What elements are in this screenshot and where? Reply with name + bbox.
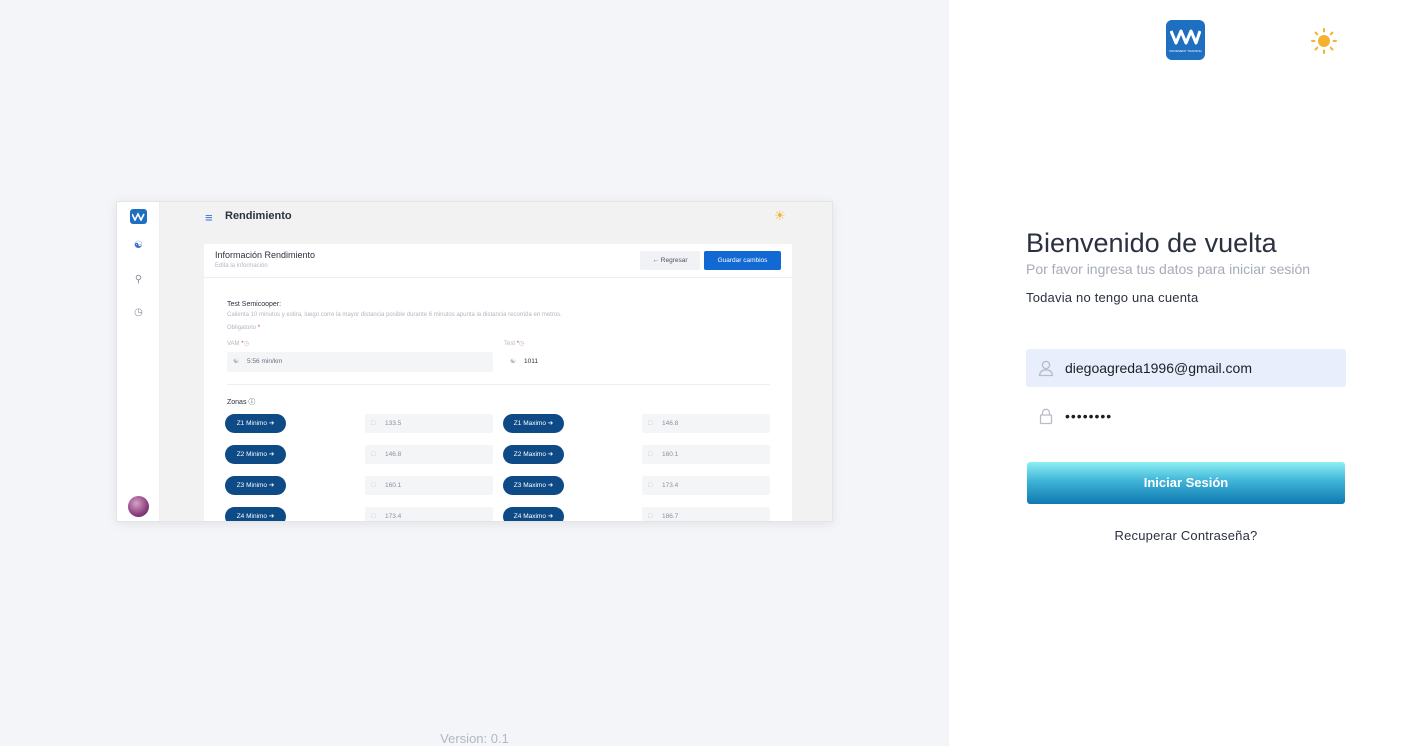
preview-zone-min-value: □ 146.8 xyxy=(365,445,493,464)
preview-logo-icon xyxy=(130,209,147,224)
preview-zonas-label: Zonas ⓘ xyxy=(227,399,256,406)
preview-back-button: ← Regresar xyxy=(640,251,700,270)
preview-zone-max-button: Z3 Maximo ➔ xyxy=(503,476,564,495)
preview-zone-row: Z1 Minimo ➔ □ 133.5 Z1 Maximo ➔ □ 146.8 xyxy=(204,414,792,434)
preview-user-field-icon: ☯ xyxy=(233,358,240,365)
preview-zone-min-value: □ 160.1 xyxy=(365,476,493,495)
preview-zone-max-button: Z2 Maximo ➔ xyxy=(503,445,564,464)
preview-sidebar: ☯ ⚲ ◷ xyxy=(117,202,160,521)
user-icon xyxy=(1038,360,1054,377)
preview-zone-max-button: Z4 Maximo ➔ xyxy=(503,507,564,521)
preview-zone-row: Z4 Minimo ➔ □ 173.4 Z4 Maximo ➔ □ 186.7 xyxy=(204,507,792,521)
preview-zone-min-button: Z3 Minimo ➔ xyxy=(225,476,286,495)
left-panel: ☯ ⚲ ◷ ≡ Rendimiento ☀ Información Rendim… xyxy=(0,0,949,746)
page-title: Bienvenido de vuelta xyxy=(1026,228,1277,258)
preview-zone-max-value: □ 146.8 xyxy=(642,414,770,433)
password-field[interactable]: •••••••• xyxy=(1026,397,1346,435)
email-value: diegoagreda1996@gmail.com xyxy=(1065,360,1252,376)
preview-card-subtitle: Edita la información xyxy=(215,263,268,269)
app-preview-image: ☯ ⚲ ◷ ≡ Rendimiento ☀ Información Rendim… xyxy=(116,201,833,522)
preview-user-field-icon: ☯ xyxy=(510,358,517,365)
preview-header-title: Rendimiento xyxy=(225,210,292,222)
brand-logo: MOVEMENT TRAINING xyxy=(1166,20,1205,60)
preview-card-header: Información Rendimiento Edita la informa… xyxy=(204,244,792,278)
preview-search-icon: ⚲ xyxy=(134,274,143,285)
recover-password-link[interactable]: Recuperar Contraseña? xyxy=(1026,528,1346,543)
preview-zone-row: Z2 Minimo ➔ □ 146.8 Z2 Maximo ➔ □ 160.1 xyxy=(204,445,792,465)
page-subtitle: Por favor ingresa tus datos para iniciar… xyxy=(1026,261,1311,277)
preview-zone-max-value: □ 173.4 xyxy=(642,476,770,495)
preview-clock-icon: ◷ xyxy=(134,307,143,318)
preview-menu-icon: ≡ xyxy=(205,210,213,225)
preview-zone-min-button: Z4 Minimo ➔ xyxy=(225,507,286,521)
email-field[interactable]: diegoagreda1996@gmail.com xyxy=(1026,349,1346,387)
preview-zone-row: Z3 Minimo ➔ □ 160.1 Z3 Maximo ➔ □ 173.4 xyxy=(204,476,792,496)
preview-zone-min-value: □ 173.4 xyxy=(365,507,493,521)
login-button[interactable]: Iniciar Sesión xyxy=(1027,462,1345,504)
preview-zone-max-button: Z1 Maximo ➔ xyxy=(503,414,564,433)
version-label: Version: 0.1 xyxy=(440,731,509,746)
preview-test-field: ☯ 1011 xyxy=(504,352,770,372)
preview-test-desc: Calienta 10 minutos y estira, luego corr… xyxy=(227,312,562,318)
preview-required-label: Obligatorio * xyxy=(227,325,261,331)
lock-icon xyxy=(1039,408,1053,425)
preview-divider xyxy=(227,384,770,385)
preview-user-icon: ☯ xyxy=(134,240,143,251)
signup-link[interactable]: Todavia no tengo una cuenta xyxy=(1026,290,1198,305)
theme-toggle-sun-icon[interactable] xyxy=(1311,28,1337,54)
preview-zone-min-button: Z1 Minimo ➔ xyxy=(225,414,286,433)
preview-test-label: Test *◷ xyxy=(504,341,525,347)
logo-wave-icon xyxy=(1170,29,1201,45)
preview-zone-min-button: Z2 Minimo ➔ xyxy=(225,445,286,464)
preview-avatar xyxy=(128,496,149,517)
preview-sun-icon: ☀ xyxy=(774,208,786,223)
preview-save-button: Guardar cambios xyxy=(704,251,781,270)
logo-brand-text: MOVEMENT TRAINING xyxy=(1169,49,1202,53)
preview-card-title: Información Rendimiento xyxy=(215,250,316,260)
preview-zone-max-value: □ 186.7 xyxy=(642,507,770,521)
preview-vam-label: VAM *◷ xyxy=(227,341,249,347)
password-value: •••••••• xyxy=(1065,408,1113,424)
preview-vam-field: ☯ 5:56 min/km xyxy=(227,352,493,372)
preview-card: Información Rendimiento Edita la informa… xyxy=(204,244,792,521)
preview-zone-min-value: □ 133.5 xyxy=(365,414,493,433)
preview-zone-max-value: □ 160.1 xyxy=(642,445,770,464)
preview-test-name: Test Semicooper: xyxy=(227,301,282,308)
